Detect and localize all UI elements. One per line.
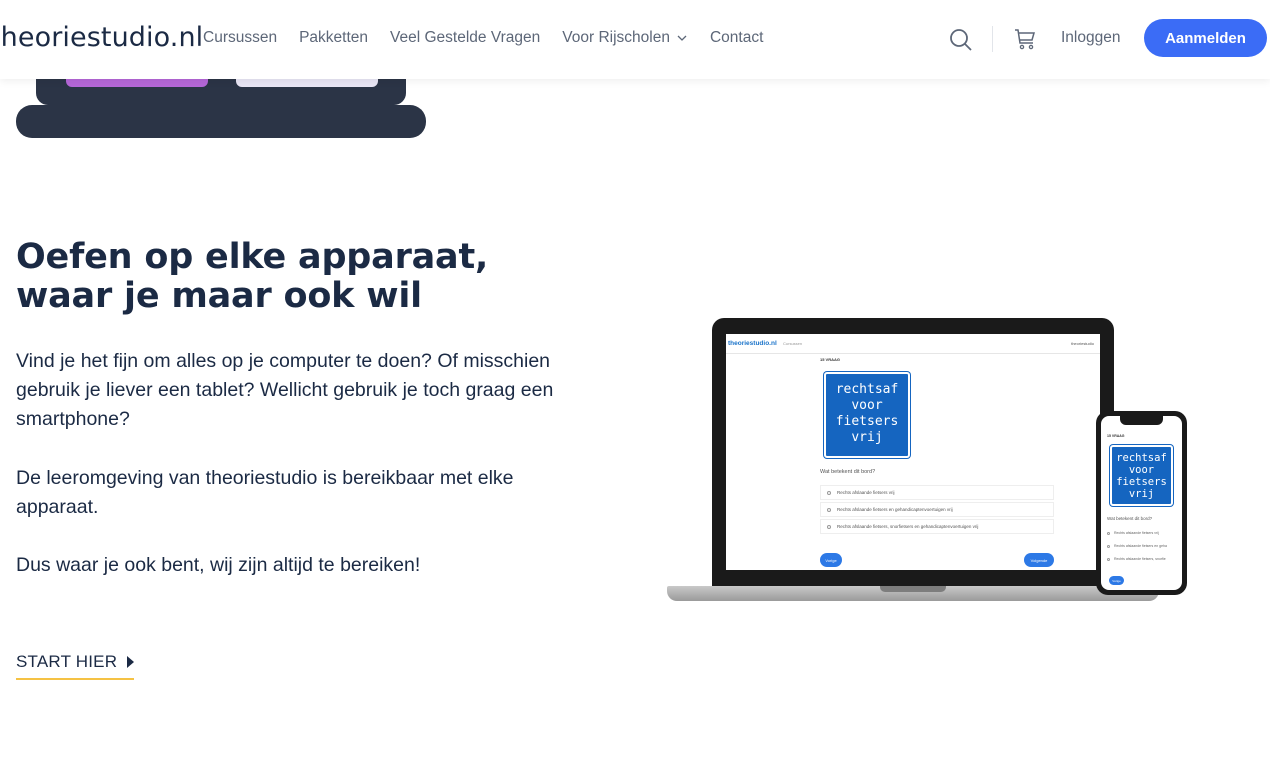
start-here-link[interactable]: START HIER	[16, 652, 135, 680]
chevron-down-icon	[677, 35, 687, 41]
nav-item-voor-rijscholen-label: Voor Rijscholen	[562, 29, 670, 46]
radio-icon	[1107, 531, 1110, 535]
radio-icon	[827, 507, 831, 512]
signup-button[interactable]: Aanmelden	[1144, 19, 1267, 57]
sign-line: voor	[1128, 464, 1155, 476]
laptop-screen-menu: Cursussen	[783, 341, 803, 346]
cart-icon[interactable]	[1012, 26, 1038, 52]
sign-line: fietsers	[1116, 476, 1167, 488]
phone-quiz-option: Rechts afslaande fietsers vrij	[1107, 531, 1182, 535]
traffic-sign-image: rechtsaf voor fietsers vrij	[824, 372, 910, 458]
phone-traffic-sign-image: rechtsaf voor fietsers vrij	[1110, 445, 1173, 506]
sign-line: rechtsaf	[1116, 452, 1167, 464]
phone-quiz-option: Rechts afslaande fietsers en geha	[1107, 544, 1182, 548]
quiz-prev-button: Vorige	[820, 553, 842, 567]
quiz-option-label: Rechts afslaande fietsers vrij	[837, 490, 895, 495]
sign-line: rechtsaf	[835, 382, 899, 397]
phone-quiz-question: Wat betekent dit bord?	[1107, 516, 1153, 521]
search-icon[interactable]	[948, 27, 974, 53]
laptop-notch	[880, 586, 946, 592]
play-arrow-icon	[127, 656, 135, 668]
radio-icon	[1107, 544, 1110, 548]
sign-line: voor	[851, 398, 883, 413]
illustration-purple-button	[66, 79, 208, 87]
question-number: 15 VRAAG	[820, 357, 841, 362]
quiz-question: Wat betekent dit bord?	[820, 469, 876, 475]
sign-line: vrij	[1128, 488, 1155, 500]
illustration-light-button	[236, 79, 378, 87]
laptop-screen-navbar: theoriestudio.nl Cursussen theoriestudio	[726, 334, 1100, 354]
sign-line: vrij	[851, 430, 883, 445]
quiz-option-label: Rechts afslaande fietsers, snorfietsers …	[837, 524, 979, 529]
quiz-option: Rechts afslaande fietsers vrij	[820, 485, 1054, 500]
nav-item-cursussen[interactable]: Cursussen	[203, 29, 277, 47]
phone-quiz-option-label: Rechts afslaande fietsers en geha	[1114, 544, 1167, 548]
phone-question-number: 15 VRAAG	[1107, 434, 1125, 438]
phone-screen: 15 VRAAG rechtsaf voor fietsers vrij Wat…	[1101, 416, 1182, 590]
quiz-next-button: Volgende	[1024, 553, 1054, 567]
paragraph-devices: Vind je het fijn om alles op je computer…	[16, 350, 554, 430]
section-heading: Oefen op elke apparaat, waar je maar ook…	[16, 237, 489, 316]
radio-icon	[827, 490, 831, 495]
laptop-screen: theoriestudio.nl Cursussen theoriestudio…	[726, 334, 1100, 570]
site-header: theoriestudio.nl Cursussen Pakketten Vee…	[0, 0, 1270, 79]
sign-line: fietsers	[835, 414, 899, 429]
nav-item-voor-rijscholen[interactable]: Voor Rijscholen	[562, 29, 688, 47]
nav-item-pakketten[interactable]: Pakketten	[299, 29, 368, 47]
phone-quiz-option-label: Rechts afslaande fietsers, snorfie	[1114, 557, 1166, 561]
nav-item-faq[interactable]: Veel Gestelde Vragen	[390, 29, 540, 47]
laptop-screen-right: theoriestudio	[1071, 341, 1094, 346]
login-link[interactable]: Inloggen	[1061, 29, 1120, 47]
main-nav: Cursussen Pakketten Veel Gestelde Vragen…	[203, 29, 785, 47]
radio-icon	[827, 524, 831, 529]
quiz-option-label: Rechts afslaande fietsers en gehandicapt…	[837, 507, 953, 512]
start-here-label: START HIER	[16, 652, 118, 671]
quiz-option: Rechts afslaande fietsers en gehandicapt…	[820, 502, 1054, 517]
radio-icon	[1107, 557, 1110, 561]
phone-notch	[1120, 416, 1163, 425]
phone-quiz-option: Rechts afslaande fietsers, snorfie	[1107, 557, 1182, 561]
header-divider	[992, 26, 993, 52]
laptop-screen-logo: theoriestudio.nl	[728, 340, 777, 347]
quiz-option: Rechts afslaande fietsers, snorfietsers …	[820, 519, 1054, 534]
phone-quiz-option-label: Rechts afslaande fietsers vrij	[1114, 531, 1159, 535]
nav-item-contact[interactable]: Contact	[710, 29, 763, 47]
site-logo[interactable]: theoriestudio.nl	[0, 22, 203, 53]
paragraph-reachable: De leeromgeving van theoriestudio is ber…	[16, 467, 514, 518]
phone-prev-button: Vorige	[1109, 576, 1124, 585]
illustration-laptop-base	[16, 105, 426, 138]
paragraph-always: Dus waar je ook bent, wij zijn altijd te…	[16, 554, 421, 576]
